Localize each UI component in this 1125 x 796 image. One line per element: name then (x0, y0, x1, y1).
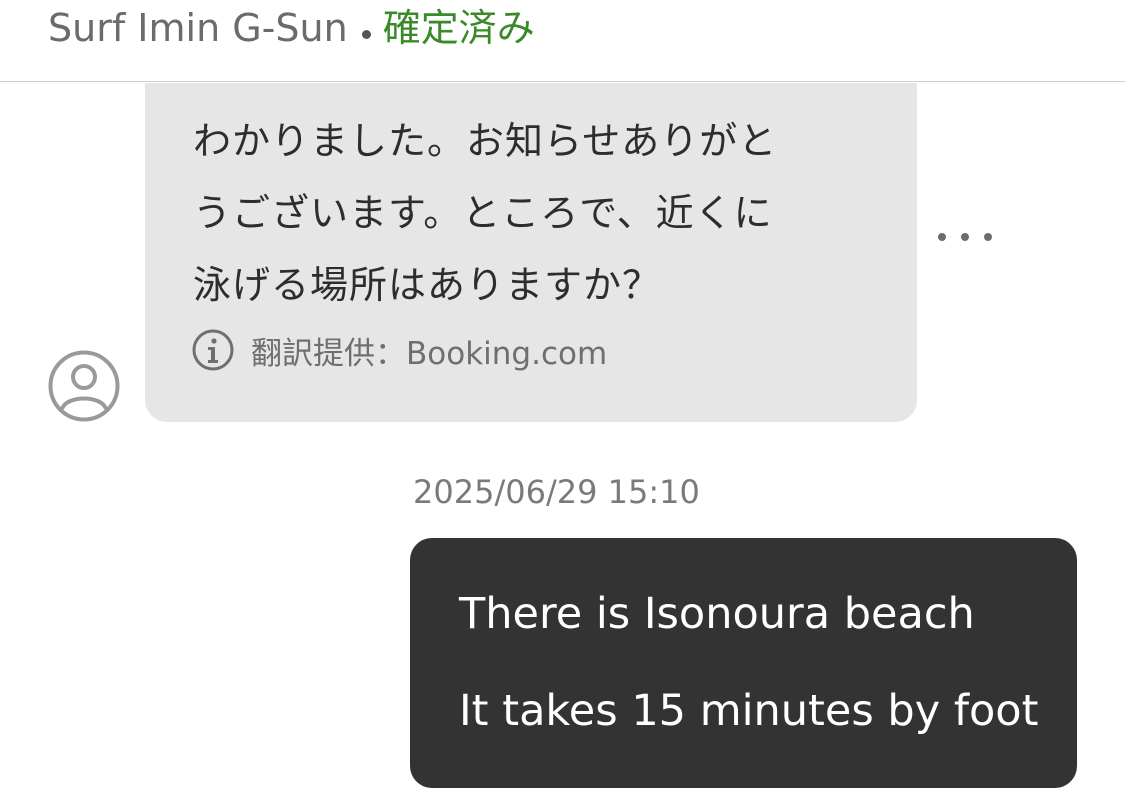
translation-provider-text: 翻訳提供：Booking.com (251, 335, 608, 372)
property-name: Surf Imin G-Sun (48, 6, 348, 50)
incoming-message-line: うございます。ところで、近くに (193, 191, 773, 235)
incoming-message-bubble: わかりました。お知らせありがと うございます。ところで、近くに 泳げる場所はあり… (145, 83, 917, 422)
more-dot (938, 233, 946, 241)
more-dot (961, 233, 969, 241)
booking-status: 確定済み (382, 6, 535, 50)
message-timestamp: 2025/06/29 15:10 (413, 473, 700, 511)
incoming-message-text: わかりました。お知らせありがと うございます。ところで、近くに 泳げる場所はあり… (193, 105, 893, 321)
header-title: Surf Imin G-Sun 確定済み (48, 6, 535, 50)
message-thread: Surf Imin G-Sun 確定済み わかりました。お知らせありがと うござい… (0, 0, 1125, 796)
thread-header: Surf Imin G-Sun 確定済み (0, 0, 1125, 82)
more-dot (984, 233, 992, 241)
outgoing-message-line: There is Isonoura beach (459, 589, 975, 639)
info-icon[interactable] (191, 328, 235, 372)
incoming-message-line: 泳げる場所はありますか？ (193, 263, 662, 307)
separator-dot (361, 30, 371, 39)
incoming-message-line: わかりました。お知らせありがと (193, 119, 778, 163)
more-options-icon[interactable] (938, 226, 992, 248)
user-avatar-icon (48, 350, 120, 422)
translation-note: 翻訳提供：Booking.com (191, 326, 607, 374)
outgoing-message-line: It takes 15 minutes by foot (459, 686, 1039, 736)
outgoing-message-bubble: There is Isonoura beach It takes 15 minu… (410, 538, 1077, 788)
